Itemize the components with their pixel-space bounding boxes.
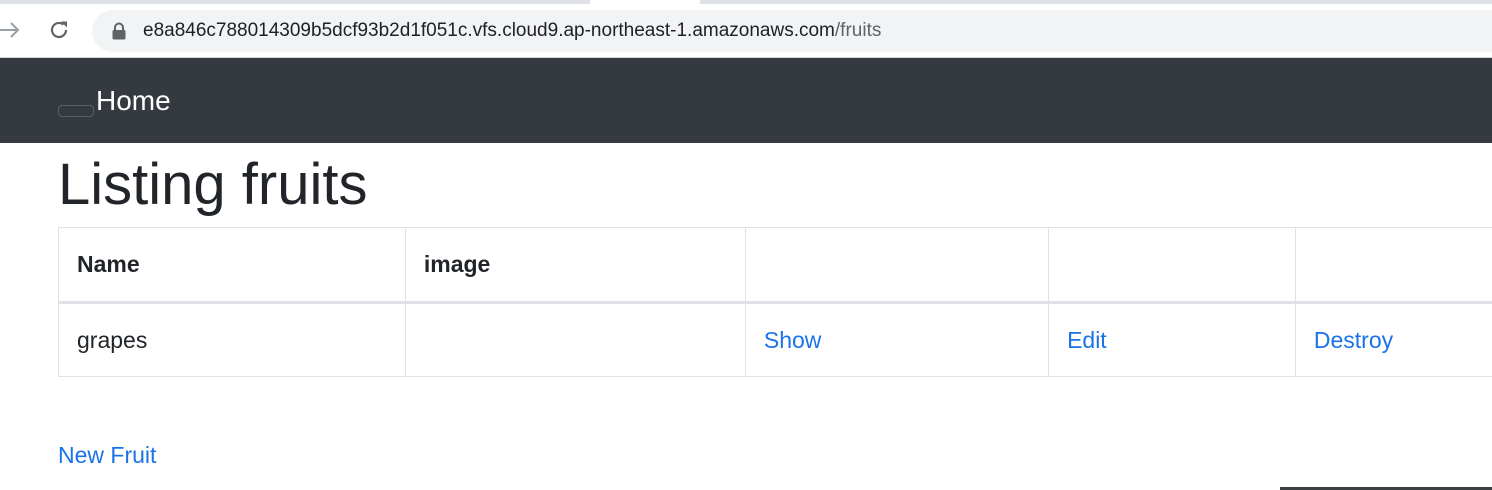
- url-host: e8a846c788014309b5dcf93b2d1f051c.vfs.clo…: [143, 20, 835, 41]
- column-header-empty: [744, 227, 1050, 304]
- table-header-row: Name image: [58, 227, 1492, 304]
- forward-button[interactable]: [0, 16, 24, 44]
- destroy-link[interactable]: Destroy: [1314, 327, 1393, 353]
- cell-image: [404, 302, 746, 377]
- reload-icon: [50, 21, 68, 39]
- arrow-right-icon: [0, 22, 20, 38]
- browser-toolbar: e8a846c788014309b5dcf93b2d1f051c.vfs.clo…: [0, 4, 1492, 58]
- url-text[interactable]: e8a846c788014309b5dcf93b2d1f051c.vfs.clo…: [143, 10, 881, 52]
- cell-edit: Edit: [1048, 302, 1296, 377]
- show-link[interactable]: Show: [764, 327, 822, 353]
- new-fruit-link[interactable]: New Fruit: [58, 440, 156, 470]
- fruits-table: Name image grapes Show Edit Destroy: [58, 227, 1492, 377]
- address-bar[interactable]: e8a846c788014309b5dcf93b2d1f051c.vfs.clo…: [92, 10, 1492, 52]
- column-header-image: image: [404, 227, 746, 304]
- column-header-empty: [1294, 227, 1492, 304]
- column-header-name: Name: [58, 227, 406, 304]
- edit-link[interactable]: Edit: [1067, 327, 1107, 353]
- navbar: Home: [0, 58, 1492, 143]
- cell-name: grapes: [58, 302, 406, 377]
- navbar-toggler-button[interactable]: [58, 105, 94, 117]
- table-row: grapes Show Edit Destroy: [58, 302, 1492, 377]
- url-path: /fruits: [834, 20, 882, 41]
- page-title: Listing fruits: [58, 152, 368, 217]
- cell-show: Show: [744, 302, 1050, 377]
- cell-destroy: Destroy: [1294, 302, 1492, 377]
- lock-icon: [112, 22, 126, 40]
- column-header-empty: [1048, 227, 1296, 304]
- reload-button[interactable]: [45, 16, 73, 44]
- navbar-brand-home-link[interactable]: Home: [96, 84, 171, 118]
